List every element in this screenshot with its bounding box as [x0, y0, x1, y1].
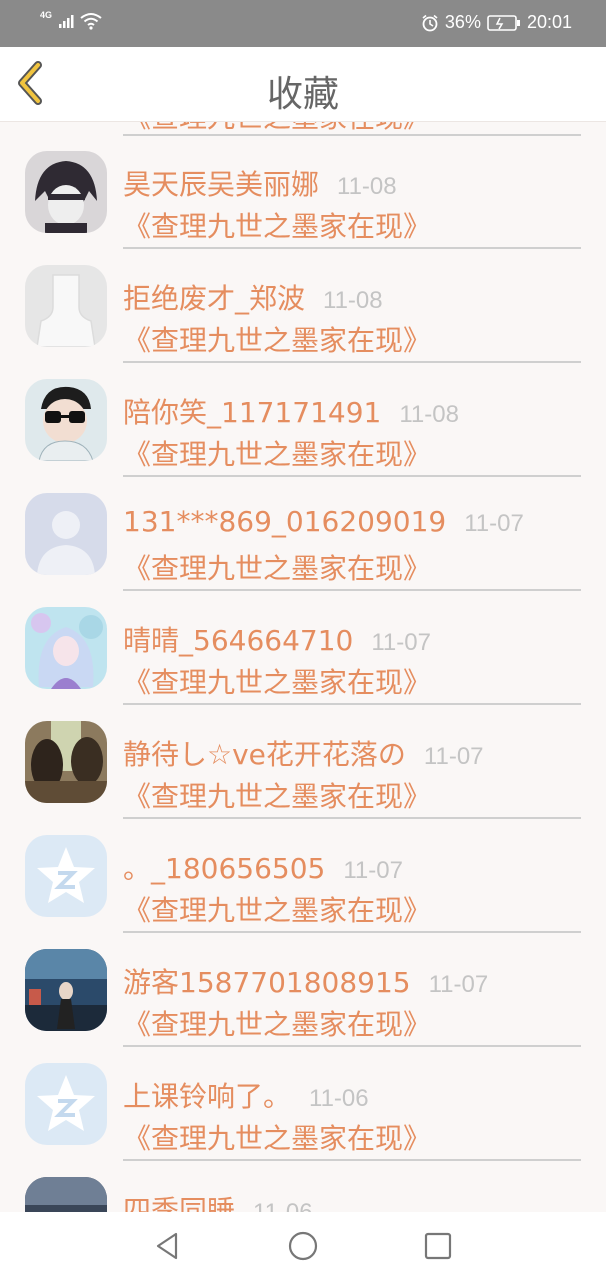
date: 11-07 [464, 510, 524, 537]
signal-icon [59, 15, 74, 28]
anime-girl-avatar-icon [25, 607, 107, 689]
nav-back-button[interactable] [152, 1230, 184, 1262]
anime-boy-avatar-icon [25, 151, 107, 233]
clock-time: 20:01 [526, 12, 572, 32]
nav-home-button[interactable] [287, 1230, 319, 1262]
book-title: 《查理九世之墨家在现》 [123, 438, 432, 471]
username: 陪你笑_117171491 11-08 [123, 396, 459, 429]
avatar[interactable] [25, 835, 107, 917]
status-bar: 4G 36% 20:01 [0, 0, 606, 47]
book-title: 《查理九世之墨家在现》 [123, 666, 432, 699]
list-item[interactable]: 晴晴_564664710 11-07 《查理九世之墨家在现》 [0, 591, 606, 705]
alarm-icon [422, 14, 438, 31]
nav-recents-button[interactable] [422, 1230, 454, 1262]
username: 131***869_016209019 11-07 [123, 505, 524, 538]
username: 游客1587701808915 11-07 [123, 966, 489, 999]
date: 11-07 [371, 629, 431, 656]
avatar[interactable] [25, 1063, 107, 1145]
book-title: 《查理九世之墨家在现》 [123, 1122, 432, 1155]
circle-home-icon [288, 1231, 318, 1261]
avatar[interactable] [25, 379, 107, 461]
list-item[interactable]: 。_180656505 11-07 《查理九世之墨家在现》 [0, 819, 606, 933]
network-type: 4G [40, 10, 53, 20]
date: 11-08 [399, 401, 459, 428]
avatar[interactable] [25, 607, 107, 689]
qzone-star-avatar-icon [25, 835, 107, 917]
avatar[interactable] [25, 493, 107, 575]
avatar[interactable] [25, 265, 107, 347]
wifi-icon [80, 13, 102, 30]
date: 11-07 [343, 857, 403, 884]
list-item[interactable]: 静待し☆ve花开花落の 11-07 《查理九世之墨家在现》 [0, 705, 606, 819]
date: 11-06 [253, 1199, 313, 1212]
night-scene-avatar-icon [25, 949, 107, 1031]
blank-silhouette-avatar-icon [25, 265, 107, 347]
book-title: 《查理九世之墨家在现》 [123, 324, 432, 357]
app-header: 收藏 [0, 47, 606, 122]
photo-avatar-icon [25, 721, 107, 803]
avatar[interactable] [25, 949, 107, 1031]
date: 11-07 [428, 971, 489, 998]
book-title: 《查理九世之墨家在现》 [123, 552, 432, 585]
list-item[interactable]: 拒绝废才_郑波 11-08 《查理九世之墨家在现》 [0, 249, 606, 363]
qzone-star-avatar-icon [25, 1063, 107, 1145]
favorites-list: 《查理九世之墨家在现》 昊天辰吴美丽娜11-08 《查理九世之墨家在现》 拒绝废… [0, 122, 606, 1212]
username: 拒绝废才_郑波 11-08 [123, 282, 383, 315]
night-scene-avatar-icon [25, 1177, 107, 1212]
avatar[interactable] [25, 1177, 107, 1212]
book-title: 《查理九世之墨家在现》 [123, 122, 431, 134]
avatar[interactable] [25, 151, 107, 233]
date: 11-08 [337, 173, 397, 200]
list-item[interactable]: 游客1587701808915 11-07 《查理九世之墨家在现》 [0, 933, 606, 1047]
book-title: 《查理九世之墨家在现》 [123, 894, 432, 927]
username: 。_180656505 11-07 [123, 852, 403, 885]
username: 昊天辰吴美丽娜 11-08 [123, 168, 397, 201]
book-title: 《查理九世之墨家在现》 [123, 210, 432, 243]
book-title: 《查理九世之墨家在现》 [123, 1008, 432, 1041]
list-item[interactable]: 昊天辰吴美丽娜 11-08 《查理九世之墨家在现》 [0, 135, 606, 249]
date: 11-06 [309, 1085, 369, 1112]
avatar[interactable] [25, 721, 107, 803]
battery-icon [487, 14, 520, 31]
glasses-boy-avatar-icon [25, 379, 107, 461]
list-item[interactable]: 陪你笑_117171491 11-08 《查理九世之墨家在现》 [0, 363, 606, 477]
date: 11-08 [323, 287, 383, 314]
date: 11-07 [423, 743, 484, 770]
list-item[interactable]: 131***869_016209019 11-07 《查理九世之墨家在现》 [0, 477, 606, 591]
page-title: 收藏 [266, 74, 339, 115]
book-title: 《查理九世之墨家在现》 [123, 780, 432, 813]
username: 静待し☆ve花开花落の 11-07 [123, 738, 484, 771]
square-recents-icon [424, 1232, 452, 1260]
username: 晴晴_564664710 11-07 [123, 624, 431, 657]
triangle-back-icon [156, 1232, 178, 1260]
list-item[interactable]: 上课铃响了。 11-06 《查理九世之墨家在现》 [0, 1047, 606, 1161]
username: 四季同睡11-06 [123, 1189, 313, 1212]
username: 上课铃响了。 11-06 [123, 1080, 369, 1113]
list-item[interactable]: 四季同睡11-06 [0, 1161, 606, 1212]
system-nav-bar [0, 1212, 606, 1280]
battery-percent: 36% [444, 12, 481, 32]
default-person-avatar-icon [25, 493, 107, 575]
list-item-partial[interactable]: 《查理九世之墨家在现》 [123, 122, 581, 136]
